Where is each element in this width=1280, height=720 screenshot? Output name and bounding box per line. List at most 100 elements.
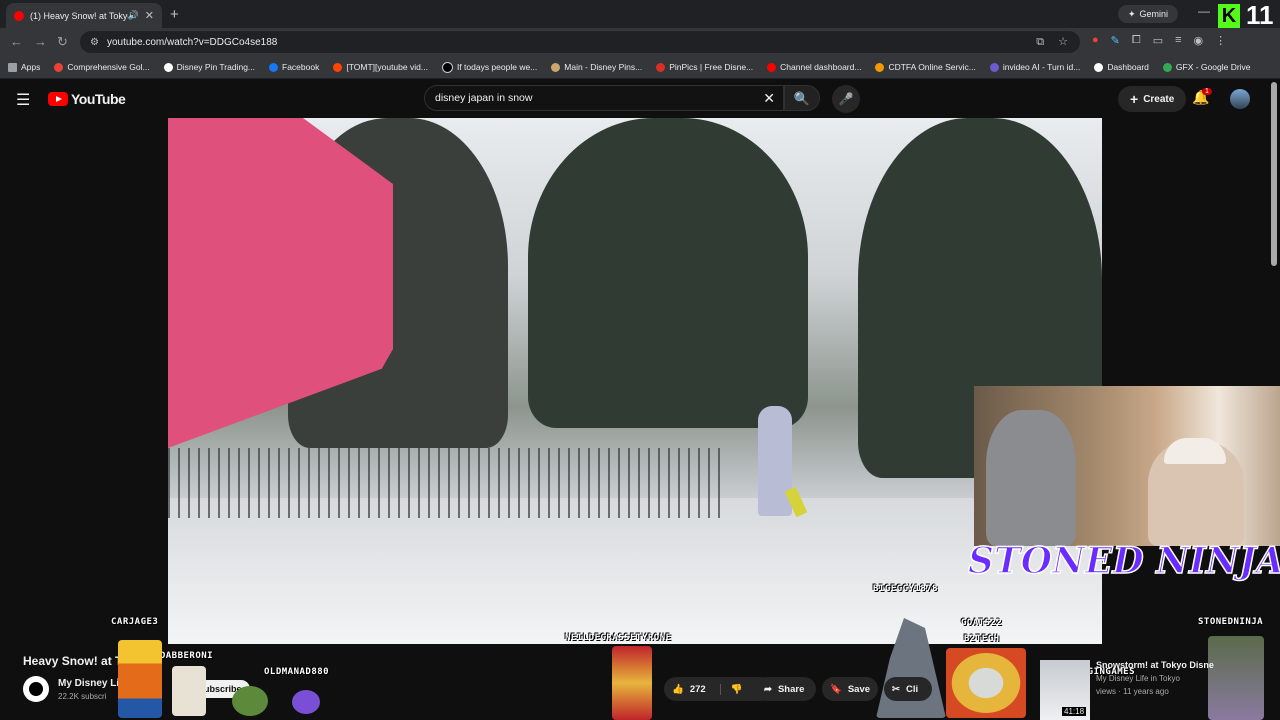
save-label: Save — [847, 683, 871, 695]
extension-red-icon[interactable]: ● — [1092, 34, 1099, 47]
site-info-icon[interactable]: ⚙ — [90, 37, 99, 48]
hamburger-icon[interactable]: ☰ — [16, 90, 30, 110]
goku-sprite — [118, 640, 162, 718]
chatter-name: STONEDNINJA — [1198, 617, 1264, 627]
scissors-icon: ✂ — [892, 683, 900, 695]
back-icon[interactable]: ← — [10, 34, 23, 49]
bookmark-label: If todays people we... — [456, 62, 538, 72]
speaker-icon[interactable]: 🔊 — [128, 10, 139, 21]
new-tab-button[interactable]: + — [170, 6, 179, 23]
search-query[interactable]: disney japan in snow — [435, 92, 532, 104]
bookmark-item[interactable]: PinPics | Free Disne... — [656, 62, 753, 72]
search-icon: 🔍 — [793, 91, 811, 106]
thumbs-down-icon[interactable]: 👎 — [719, 683, 743, 695]
bookmark-item[interactable]: [TOMT][youtube vid... — [333, 62, 428, 72]
bookmark-item[interactable]: Dashboard — [1094, 62, 1149, 72]
bookmark-star-icon[interactable]: ☆ — [1058, 31, 1068, 53]
extension-blue-icon[interactable]: ✎ — [1111, 34, 1120, 47]
bookmark-favicon-icon — [1094, 62, 1104, 72]
video-title: Heavy Snow! at T — [23, 654, 123, 668]
minimize-icon[interactable]: — — [1198, 4, 1210, 18]
clip-button[interactable]: ✂ Cli — [884, 677, 932, 701]
notification-badge: 1 — [1202, 88, 1212, 95]
bookmark-label: Facebook — [282, 62, 320, 72]
search-button[interactable]: 🔍 — [784, 85, 820, 111]
turtle-sprite — [232, 686, 268, 716]
youtube-logo[interactable]: YouTube — [48, 91, 126, 107]
bookmarks-bar: Apps Comprehensive Gol... Disney Pin Tra… — [0, 56, 1280, 79]
bookmark-label: Apps — [21, 62, 41, 72]
bookmark-favicon-icon — [163, 62, 173, 72]
purple-sprite — [292, 690, 320, 714]
related-video-channel: My Disney Life in Tokyo — [1096, 674, 1180, 683]
tab-close-icon[interactable]: ✕ — [145, 9, 154, 22]
voice-search-button[interactable]: 🎤 — [832, 85, 860, 113]
profile-icon[interactable]: ◉ — [1194, 34, 1204, 47]
chatter-name: CARJAGE3 — [111, 617, 159, 627]
url-omnibox[interactable]: ⚙ youtube.com/watch?v=DDGCo4se188 ⧉ ☆ — [80, 31, 1080, 53]
bookmark-label: invideo AI - Turn id... — [1002, 62, 1081, 72]
bookmark-icon: 🔖 — [830, 683, 842, 695]
related-video-title[interactable]: Snowstorm! at Tokyo Disne — [1096, 660, 1214, 670]
page-scrollbar[interactable] — [1271, 82, 1277, 266]
youtube-favicon-icon — [14, 10, 24, 21]
ironman-sprite — [612, 646, 652, 720]
thumbs-up-icon[interactable]: 👍 — [672, 684, 684, 695]
bookmark-item[interactable]: Channel dashboard... — [767, 62, 861, 72]
save-button[interactable]: 🔖 Save — [822, 677, 878, 701]
bookmark-item[interactable]: invideo AI - Turn id... — [989, 62, 1081, 72]
bookmark-item[interactable]: GFX - Google Drive — [1162, 62, 1251, 72]
bookmark-label: Dashboard — [1107, 62, 1149, 72]
bookmark-item[interactable]: CDTFA Online Servic... — [875, 62, 976, 72]
like-count[interactable]: 272 — [690, 684, 706, 695]
bookmark-label: PinPics | Free Disne... — [669, 62, 754, 72]
chatter-name: B2TECH — [964, 634, 1000, 644]
bookmark-favicon-icon — [54, 62, 64, 72]
bookmark-label: Main - Disney Pins... — [564, 62, 643, 72]
youtube-icon — [767, 62, 777, 72]
share-icon: ➦ — [764, 683, 772, 695]
clear-search-icon[interactable]: ✕ — [763, 90, 775, 107]
forward-icon[interactable]: → — [34, 34, 47, 49]
apps-grid-icon — [8, 62, 17, 72]
address-bar-row: ← → ↻ ⚙ youtube.com/watch?v=DDGCo4se188 … — [0, 28, 1280, 56]
bookmark-item[interactable]: Disney Pin Trading... — [163, 62, 256, 72]
bookmark-item[interactable]: Facebook — [269, 62, 319, 72]
bookmark-label: Comprehensive Gol... — [67, 62, 150, 72]
pinpics-icon — [656, 62, 666, 72]
share-button[interactable]: ➦ Share — [756, 677, 816, 701]
iron-fence — [168, 448, 728, 518]
google-drive-icon — [1162, 62, 1172, 72]
gemini-button[interactable]: ✦ Gemini — [1118, 5, 1179, 23]
install-app-icon[interactable]: ⧉ — [1036, 31, 1044, 53]
related-video-meta: views · 11 years ago — [1096, 687, 1169, 696]
share-label: Share — [777, 683, 805, 695]
streamer-name-banner: STONED NINJA — [967, 539, 1280, 583]
reddit-icon — [333, 62, 343, 72]
bookmark-item[interactable]: Comprehensive Gol... — [54, 62, 150, 72]
url-text[interactable]: youtube.com/watch?v=DDGCo4se188 — [107, 37, 277, 48]
bookmark-item[interactable]: Main - Disney Pins... — [551, 62, 642, 72]
facebook-icon — [269, 62, 279, 72]
youtube-header: ☰ YouTube disney japan in snow ✕ 🔍 🎤 + C… — [0, 79, 1280, 119]
sidebar-icon[interactable]: ▭ — [1153, 34, 1163, 47]
youtube-play-icon — [48, 92, 68, 106]
channel-avatar[interactable] — [23, 676, 49, 702]
avatar[interactable] — [1230, 89, 1250, 109]
disneyland-cap — [1164, 438, 1226, 464]
extensions-puzzle-icon[interactable]: ⧠ — [1132, 34, 1141, 47]
tiktok-icon — [441, 61, 453, 73]
clip-label: Cli — [905, 683, 919, 695]
video-player[interactable] — [168, 118, 1102, 644]
stream-overlay-number: 11 — [1246, 0, 1274, 30]
subscriber-count: 22.2K subscri — [58, 692, 107, 701]
reload-icon[interactable]: ↻ — [57, 34, 68, 50]
bookmark-label: Disney Pin Trading... — [176, 62, 256, 72]
browser-tab[interactable]: (1) Heavy Snow! at Tokyo D 🔊 ✕ — [6, 3, 162, 28]
bookmark-item[interactable]: If todays people we... — [441, 61, 538, 73]
create-button[interactable]: + Create — [1118, 86, 1187, 112]
bookmark-item[interactable]: Apps — [8, 62, 40, 72]
media-controls-icon[interactable]: ≡ — [1175, 34, 1181, 47]
browser-menu-icon[interactable]: ⋮ — [1215, 34, 1226, 47]
search-input[interactable]: disney japan in snow ✕ — [424, 85, 784, 111]
